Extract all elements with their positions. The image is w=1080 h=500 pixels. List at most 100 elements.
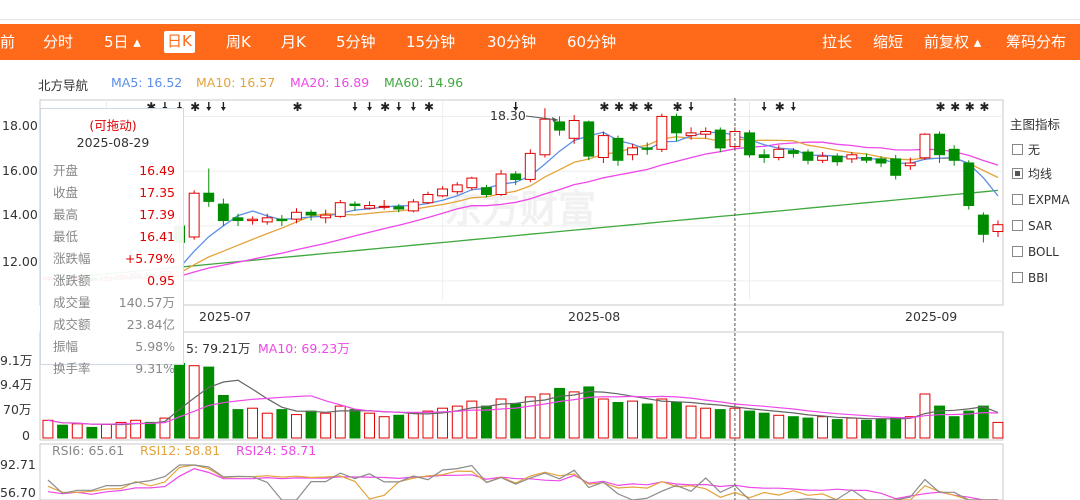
volume-bar bbox=[247, 407, 259, 439]
volume-bar bbox=[758, 412, 770, 439]
candle bbox=[846, 152, 858, 164]
event-star-icon: ✱ bbox=[380, 100, 390, 114]
candle bbox=[188, 190, 200, 240]
checkbox-icon[interactable] bbox=[1012, 220, 1023, 231]
candle-body bbox=[787, 150, 799, 154]
candle-body bbox=[291, 211, 302, 220]
candle-body bbox=[685, 132, 697, 137]
tooltip-row-change-pct: 涨跌幅 +5.79% bbox=[53, 249, 175, 269]
prev-button[interactable]: 前 bbox=[0, 24, 15, 60]
candle-body bbox=[320, 214, 332, 219]
volume-bar bbox=[174, 363, 186, 439]
tab-30min[interactable]: 30分钟 bbox=[487, 24, 536, 60]
volume-bars bbox=[42, 363, 1004, 439]
watermark-text: 东方财富 bbox=[444, 187, 596, 231]
candle bbox=[407, 199, 419, 213]
candle bbox=[305, 209, 317, 221]
candle-body bbox=[510, 173, 522, 180]
period-toolbar: 前 分时 5日 ▴ 日K 周K 月K 5分钟 15分钟 30分钟 60分钟 拉长… bbox=[0, 24, 1080, 60]
tooltip-row-open: 开盘 16.49 bbox=[53, 161, 175, 181]
candle-body bbox=[963, 162, 975, 206]
candle-body bbox=[846, 154, 858, 160]
volume-bar bbox=[393, 414, 405, 439]
tooltip-row-turnover-rate: 换手率 9.31% bbox=[53, 359, 175, 379]
price-tick-18: 18.00 bbox=[2, 118, 38, 133]
price-tick-12: 12.00 bbox=[2, 254, 38, 269]
tab-60min[interactable]: 60分钟 bbox=[567, 24, 616, 60]
tooltip-row-volume: 成交量 140.57万 bbox=[53, 293, 175, 313]
rsi-lines bbox=[47, 464, 999, 500]
tab-daily-k[interactable]: 日K bbox=[164, 31, 195, 53]
volume-bar bbox=[524, 396, 536, 439]
checkbox-icon[interactable] bbox=[1012, 246, 1023, 257]
event-arrow-head bbox=[220, 107, 226, 111]
tab-monthly-k[interactable]: 月K bbox=[281, 24, 306, 60]
tooltip-key: 最低 bbox=[53, 229, 79, 244]
candle bbox=[758, 149, 770, 164]
indicator-panel-title: 主图指标 bbox=[1010, 117, 1061, 132]
tooltip-value: 0.95 bbox=[147, 273, 175, 288]
tab-15min[interactable]: 15分钟 bbox=[406, 24, 455, 60]
volume-bar bbox=[57, 424, 68, 439]
tab-5day[interactable]: 5日 ▴ bbox=[104, 24, 141, 60]
volume-bar bbox=[948, 416, 960, 439]
candle bbox=[495, 169, 507, 196]
candle bbox=[524, 149, 536, 183]
checkbox-icon[interactable] bbox=[1012, 144, 1023, 155]
candle bbox=[364, 201, 376, 210]
tooltip-value: 140.57万 bbox=[118, 295, 175, 310]
candle-body bbox=[568, 120, 580, 139]
candle-body bbox=[919, 133, 931, 159]
volume-bar bbox=[714, 409, 726, 439]
candle-body bbox=[378, 205, 390, 208]
rsi24-legend: RSI24: 58.71 bbox=[236, 443, 316, 458]
volume-bar bbox=[831, 419, 843, 439]
candle bbox=[627, 143, 638, 161]
tab-weekly-k[interactable]: 周K bbox=[226, 24, 251, 60]
adjust-mode-dropdown[interactable]: 前复权 ▴ bbox=[924, 24, 981, 60]
tab-timeshare[interactable]: 分时 bbox=[43, 24, 73, 60]
checkbox-icon[interactable] bbox=[1012, 272, 1023, 283]
candle-body bbox=[539, 118, 551, 156]
tooltip-key: 振幅 bbox=[53, 339, 79, 354]
tab-5min[interactable]: 5分钟 bbox=[336, 24, 376, 60]
volume-bar bbox=[466, 400, 478, 439]
event-arrow-head bbox=[352, 107, 358, 111]
candle-body bbox=[656, 115, 668, 150]
price-tick-14: 14.00 bbox=[2, 207, 38, 222]
shrink-button[interactable]: 缩短 bbox=[873, 24, 903, 60]
candle bbox=[612, 135, 624, 166]
candle bbox=[539, 108, 551, 158]
event-star-icon: ✱ bbox=[190, 100, 200, 114]
candle bbox=[203, 168, 215, 207]
volume-bar bbox=[627, 400, 638, 439]
volume-bar bbox=[597, 398, 609, 439]
checkbox-checked-icon[interactable] bbox=[1012, 168, 1023, 179]
indicator-option-label: 无 bbox=[1028, 143, 1041, 157]
tooltip-value: 23.84亿 bbox=[126, 317, 175, 332]
candle-body bbox=[758, 154, 770, 159]
volume-bar bbox=[42, 419, 54, 439]
stretch-button[interactable]: 拉长 bbox=[822, 24, 852, 60]
ohlc-tooltip[interactable]: (可拖动) 2025-08-29 开盘 16.49 收盘 17.35 最高 17.39… bbox=[40, 108, 184, 376]
event-markers: ✱ ✱ ✱ ✱ ✱ ✱ ✱ ✱ ✱ ✱ ✱ ✱ ✱ ✱ ✱ bbox=[146, 100, 989, 114]
candle bbox=[656, 113, 668, 153]
candle bbox=[992, 220, 1004, 237]
indicator-option-label: BOLL bbox=[1028, 245, 1059, 259]
checkbox-icon[interactable] bbox=[1012, 194, 1023, 205]
event-star-icon: ✱ bbox=[629, 100, 639, 114]
indicator-option-label: EXPMA bbox=[1028, 193, 1070, 207]
candle-body bbox=[802, 151, 814, 161]
event-arrow-head bbox=[367, 107, 373, 111]
candle-body bbox=[904, 162, 916, 167]
tooltip-row-low: 最低 16.41 bbox=[53, 227, 175, 247]
volume-bar bbox=[188, 365, 200, 439]
candle-body bbox=[232, 217, 244, 222]
candle bbox=[890, 154, 902, 180]
volume-bar bbox=[261, 412, 273, 439]
candle bbox=[817, 152, 828, 164]
event-star-icon: ✱ bbox=[643, 100, 653, 114]
chip-distribution-button[interactable]: 筹码分布 bbox=[1006, 24, 1066, 60]
volume-bar bbox=[378, 416, 390, 439]
candle-body bbox=[641, 147, 653, 150]
